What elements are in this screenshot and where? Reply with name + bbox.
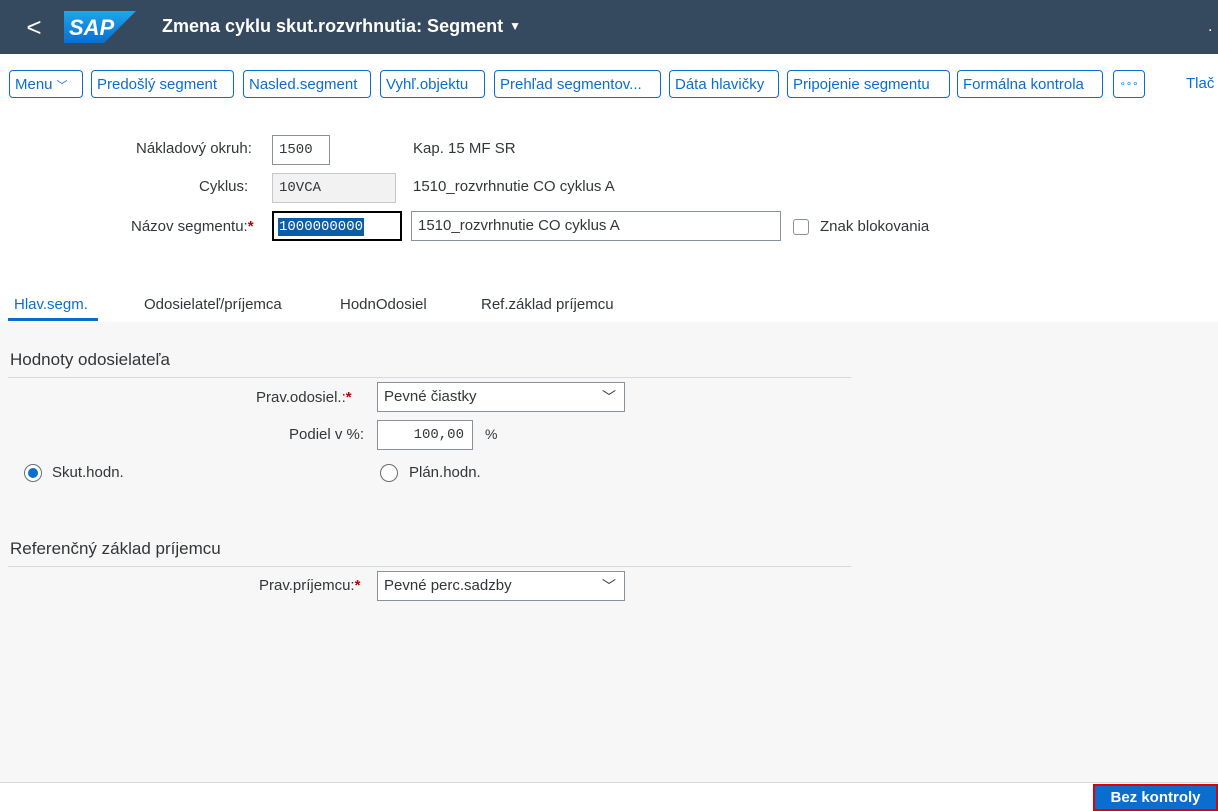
cycle-label: Cyklus: [199,178,249,195]
attach-segment-button[interactable]: Pripojenie segmentu [787,70,950,98]
print-button-truncated[interactable]: Tlač [1186,75,1214,92]
tab-receiver-basis[interactable]: Ref.základ príjemcu [481,296,614,313]
page-title-text: Zmena cyklu skut.rozvrhnutia: Segment [162,16,504,36]
share-percent-label: Podiel v %: [289,426,365,443]
required-marker: * [247,218,254,235]
block-indicator-checkbox[interactable] [793,219,809,235]
receiver-rule-value: Pevné perc.sadzby [384,577,512,594]
sender-values-title: Hodnoty odosielateľa [10,350,170,369]
footer-divider [0,782,1218,783]
cycle-field: 10VCA [272,173,396,203]
block-indicator-label: Znak blokovania [820,218,930,235]
sap-logo: SAP [64,11,136,43]
share-percent-field[interactable]: 100,00 [377,420,473,450]
share-percent-unit: % [485,426,498,442]
actual-values-radio[interactable] [24,464,42,482]
find-object-button[interactable]: Vyhľ.objektu [380,70,485,98]
plan-values-radio[interactable] [380,464,398,482]
menu-button[interactable]: Menu ﹀ [9,70,83,98]
active-tab-indicator [8,318,98,321]
shell-bar: < SAP Zmena cyklu skut.rozvrhnutia: Segm… [0,0,1218,54]
chevron-down-icon: ﹀ [602,578,616,594]
cost-area-label: Nákladový okruh: [136,140,252,157]
page-title[interactable]: Zmena cyklu skut.rozvrhnutia: Segment ▼ [162,16,521,37]
segment-name-value: 1000000000 [278,218,365,236]
sender-rule-label: Prav.odosiel.:* [256,389,352,406]
header-data-button[interactable]: Dáta hlavičky [669,70,779,98]
receiver-rule-label-text: Prav.príjemcu: [259,577,355,594]
segment-overview-button[interactable]: Prehľad segmentov... [494,70,661,98]
back-icon[interactable]: < [20,10,48,44]
segment-description-field[interactable]: 1510_rozvrhnutie CO cyklus A [411,211,781,241]
tab-sender-receiver[interactable]: Odosielateľ/príjemca [144,296,282,313]
segment-name-label: Názov segmentu:* [131,218,254,235]
tab-sender-values[interactable]: HodnOdosiel [340,296,427,313]
sender-rule-label-text: Prav.odosiel.: [256,389,346,406]
cycle-description: 1510_rozvrhnutie CO cyklus A [413,178,615,195]
receiver-section-divider [8,566,851,567]
segment-name-label-text: Názov segmentu: [131,218,248,235]
sap-logo-text: SAP [69,15,115,40]
sender-rule-value: Pevné čiastky [384,388,477,405]
required-marker: * [354,577,361,594]
segment-name-field[interactable]: 1000000000 [272,211,402,241]
sender-section-divider [8,377,851,378]
receiver-rule-select[interactable]: Pevné perc.sadzby ﹀ [377,571,625,601]
formal-check-button[interactable]: Formálna kontrola [957,70,1103,98]
menu-button-label: Menu [15,76,53,93]
receiver-rule-label: Prav.príjemcu:* [259,577,360,594]
actual-values-label: Skut.hodn. [52,464,124,481]
sender-rule-select[interactable]: Pevné čiastky ﹀ [377,382,625,412]
application-toolbar: Menu ﹀ Predošlý segment Nasled.segment Vy… [0,70,1218,100]
plan-values-label: Plán.hodn. [409,464,481,481]
tab-strip: Hlav.segm. Odosielateľ/príjemca HodnOdos… [0,284,1218,323]
more-options-icon[interactable]: ∘∘∘ [1113,70,1145,98]
radio-selected-dot [28,468,38,478]
chevron-down-icon: ﹀ [602,389,616,405]
tab-main-segment[interactable]: Hlav.segm. [14,296,88,313]
no-check-button[interactable]: Bez kontroly [1093,784,1218,811]
receiver-basis-title: Referenčný základ príjemcu [10,539,221,558]
cost-area-field[interactable]: 1500 [272,135,330,165]
title-caret-icon[interactable]: ▼ [509,19,521,33]
shell-edge-glyph: . [1208,18,1213,35]
required-marker: * [345,389,352,406]
previous-segment-button[interactable]: Predošlý segment [91,70,234,98]
chevron-down-icon: ﹀ [56,80,68,92]
next-segment-button[interactable]: Nasled.segment [243,70,371,98]
cost-area-description: Kap. 15 MF SR [413,140,516,157]
